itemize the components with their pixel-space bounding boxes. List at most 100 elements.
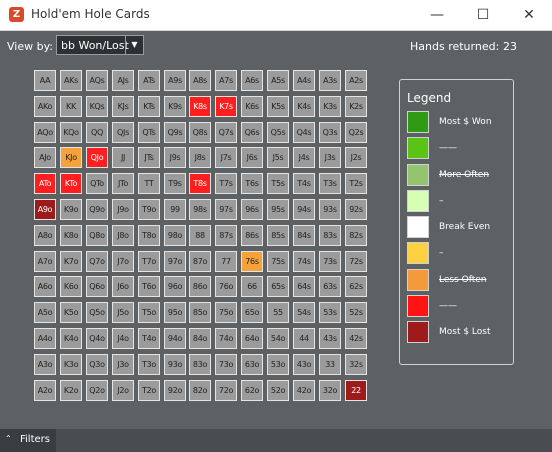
hand-cell[interactable]: 32o — [319, 380, 341, 401]
hand-cell[interactable]: K5s — [267, 96, 289, 117]
hand-cell[interactable]: Q9s — [164, 122, 186, 143]
hand-cell[interactable]: KTo — [60, 173, 82, 194]
hand-cell[interactable]: T4o — [138, 328, 160, 349]
hand-cell[interactable]: K2s — [345, 96, 367, 117]
hand-cell[interactable]: T8s — [189, 173, 211, 194]
hand-cell[interactable]: KK — [60, 96, 82, 117]
hand-cell[interactable]: 53s — [319, 302, 341, 323]
hand-cell[interactable]: J3o — [112, 354, 134, 375]
hand-cell[interactable]: 76o — [215, 276, 237, 297]
hand-cell[interactable]: 64s — [293, 276, 315, 297]
hand-cell[interactable]: 65s — [267, 276, 289, 297]
hand-cell[interactable]: QQ — [86, 122, 108, 143]
hand-cell[interactable]: A6o — [34, 276, 56, 297]
hand-cell[interactable]: TT — [138, 173, 160, 194]
hand-cell[interactable]: QJs — [112, 122, 134, 143]
hand-cell[interactable]: J7s — [215, 147, 237, 168]
hand-cell[interactable]: 77 — [215, 251, 237, 272]
hand-cell[interactable]: A3o — [34, 354, 56, 375]
hand-cell[interactable]: K9s — [164, 96, 186, 117]
hand-cell[interactable]: J2s — [345, 147, 367, 168]
hand-cell[interactable]: A8s — [189, 70, 211, 91]
hand-cell[interactable]: Q9o — [86, 199, 108, 220]
hand-cell[interactable]: 82o — [189, 380, 211, 401]
hand-cell[interactable]: 66 — [241, 276, 263, 297]
hand-cell[interactable]: 99 — [164, 199, 186, 220]
hand-cell[interactable]: 95s — [267, 199, 289, 220]
hand-cell[interactable]: K4o — [60, 328, 82, 349]
minimize-button[interactable]: — — [414, 0, 460, 30]
hand-cell[interactable]: 84o — [189, 328, 211, 349]
hand-cell[interactable]: T7s — [215, 173, 237, 194]
chevron-down-icon[interactable]: ▼ — [125, 36, 143, 54]
hand-cell[interactable]: 84s — [293, 225, 315, 246]
hand-cell[interactable]: JTo — [112, 173, 134, 194]
hand-cell[interactable]: Q8o — [86, 225, 108, 246]
hand-cell[interactable]: 73o — [215, 354, 237, 375]
hand-cell[interactable]: 43o — [293, 354, 315, 375]
hand-cell[interactable]: T4s — [293, 173, 315, 194]
hand-cell[interactable]: 63s — [319, 276, 341, 297]
hand-cell[interactable]: AQo — [34, 122, 56, 143]
hand-cell[interactable]: 33 — [319, 354, 341, 375]
hand-cell[interactable]: K7s — [215, 96, 237, 117]
hand-cell[interactable]: 52s — [345, 302, 367, 323]
hand-cell[interactable]: 54o — [267, 328, 289, 349]
close-button[interactable]: ✕ — [506, 0, 552, 30]
hand-cell[interactable]: A4o — [34, 328, 56, 349]
hand-cell[interactable]: A4s — [293, 70, 315, 91]
hand-cell[interactable]: J3s — [319, 147, 341, 168]
hand-cell[interactable]: KJs — [112, 96, 134, 117]
hand-cell[interactable]: 83o — [189, 354, 211, 375]
hand-cell[interactable]: A5s — [267, 70, 289, 91]
hand-cell[interactable]: 54s — [293, 302, 315, 323]
hand-cell[interactable]: 97s — [215, 199, 237, 220]
hand-cell[interactable]: A2s — [345, 70, 367, 91]
hand-cell[interactable]: J9s — [164, 147, 186, 168]
hand-cell[interactable]: 95o — [164, 302, 186, 323]
hand-cell[interactable]: T7o — [138, 251, 160, 272]
hand-cell[interactable]: A9o — [34, 199, 56, 220]
hand-cell[interactable]: 92o — [164, 380, 186, 401]
hand-cell[interactable]: 52o — [267, 380, 289, 401]
hand-cell[interactable]: T2s — [345, 173, 367, 194]
hand-cell[interactable]: 62s — [345, 276, 367, 297]
hand-cell[interactable]: 72s — [345, 251, 367, 272]
hand-cell[interactable]: AJs — [112, 70, 134, 91]
hand-cell[interactable]: T3s — [319, 173, 341, 194]
hand-cell[interactable]: K6s — [241, 96, 263, 117]
hand-cell[interactable]: Q5s — [267, 122, 289, 143]
hand-cell[interactable]: 62o — [241, 380, 263, 401]
hand-cell[interactable]: KQo — [60, 122, 82, 143]
hand-cell[interactable]: T9o — [138, 199, 160, 220]
hand-cell[interactable]: K7o — [60, 251, 82, 272]
hand-cell[interactable]: J8s — [189, 147, 211, 168]
hand-cell[interactable]: A6s — [241, 70, 263, 91]
hand-cell[interactable]: J5o — [112, 302, 134, 323]
hand-cell[interactable]: A7s — [215, 70, 237, 91]
hand-cell[interactable]: K6o — [60, 276, 82, 297]
hand-cell[interactable]: JTs — [138, 147, 160, 168]
hand-cell[interactable]: 83s — [319, 225, 341, 246]
hand-cell[interactable]: K5o — [60, 302, 82, 323]
hand-cell[interactable]: AJo — [34, 147, 56, 168]
hand-cell[interactable]: Q4o — [86, 328, 108, 349]
hand-cell[interactable]: 42o — [293, 380, 315, 401]
hand-cell[interactable]: 65o — [241, 302, 263, 323]
hand-cell[interactable]: J7o — [112, 251, 134, 272]
view-by-dropdown[interactable]: bb Won/Lost ▼ — [56, 35, 144, 55]
hand-cell[interactable]: KQs — [86, 96, 108, 117]
hand-cell[interactable]: Q8s — [189, 122, 211, 143]
hand-cell[interactable]: Q3o — [86, 354, 108, 375]
hand-cell[interactable]: Q2s — [345, 122, 367, 143]
hand-cell[interactable]: 86s — [241, 225, 263, 246]
hand-cell[interactable]: A5o — [34, 302, 56, 323]
hand-cell[interactable]: Q2o — [86, 380, 108, 401]
hand-cell[interactable]: 74s — [293, 251, 315, 272]
hand-cell[interactable]: QTo — [86, 173, 108, 194]
hand-cell[interactable]: T6o — [138, 276, 160, 297]
hand-cell[interactable]: AKs — [60, 70, 82, 91]
hand-cell[interactable]: 88 — [189, 225, 211, 246]
hand-cell[interactable]: T8o — [138, 225, 160, 246]
hand-cell[interactable]: 75o — [215, 302, 237, 323]
